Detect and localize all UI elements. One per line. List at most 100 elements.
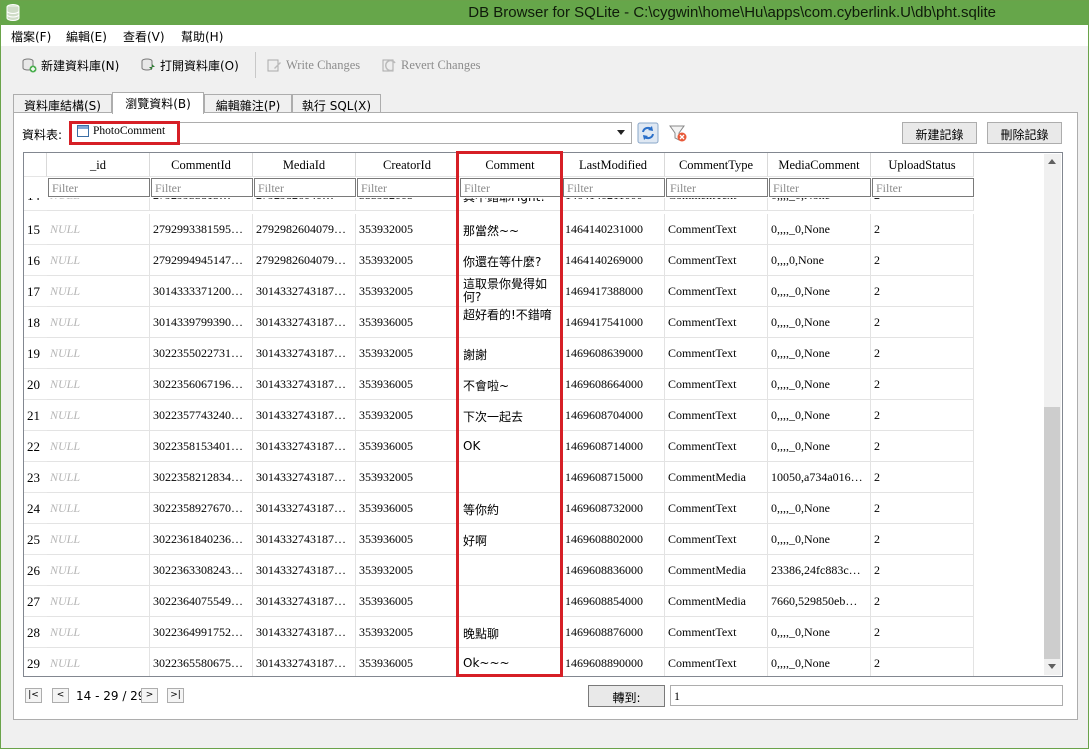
cell-last-modified[interactable]: 1469608664000 [562,369,665,400]
cell-comment-id[interactable]: 3022364991752… [150,617,253,648]
previous-page-button[interactable]: < [52,688,69,703]
cell-id[interactable]: NULL [47,555,150,586]
cell-comment[interactable]: Ok~~~ [459,648,562,676]
cell-id[interactable]: NULL [47,462,150,493]
cell-media-id[interactable]: 3014332743187… [253,462,356,493]
cell-upload-status[interactable]: 2 [871,276,974,307]
cell-comment-type[interactable]: CommentText [665,245,768,276]
cell-creator-id[interactable]: 353936005 [356,431,459,462]
cell-media-comment[interactable]: 0,,,,_0,None [768,493,871,524]
row-number[interactable]: 14 [24,198,47,211]
cell-comment-type[interactable]: CommentText [665,338,768,369]
tab-edit-pragmas[interactable]: 編輯雜注(P) [204,94,292,113]
cell-creator-id[interactable]: 353936005 [356,648,459,676]
partial-cell-comment-type[interactable]: CommentText [665,198,768,211]
row-number[interactable]: 26 [24,555,47,586]
row-number[interactable]: 16 [24,245,47,276]
cell-upload-status[interactable]: 2 [871,493,974,524]
cell-id[interactable]: NULL [47,369,150,400]
column-header-media-id[interactable]: MediaId [253,153,356,177]
last-page-button[interactable]: >| [167,688,184,703]
cell-upload-status[interactable]: 2 [871,400,974,431]
partial-cell-media-id[interactable]: 27929826040… [253,198,356,211]
cell-last-modified[interactable]: 1469608836000 [562,555,665,586]
cell-comment-id[interactable]: 3022356067196… [150,369,253,400]
data-grid[interactable]: _id Filter CommentId Filter MediaId Filter Cre… [23,152,1063,677]
filter-input-media-comment[interactable]: Filter [769,178,871,197]
row-number[interactable]: 25 [24,524,47,555]
cell-comment[interactable]: 謝謝 [459,338,562,369]
cell-comment-id[interactable]: 3022364075549… [150,586,253,617]
cell-media-comment[interactable]: 0,,,,_0,None [768,338,871,369]
scroll-down-icon[interactable] [1048,664,1056,669]
cell-id[interactable]: NULL [47,338,150,369]
cell-comment[interactable] [459,462,562,493]
cell-comment[interactable]: 你還在等什麼? [459,245,562,276]
cell-comment[interactable]: 那當然~~ [459,214,562,245]
cell-media-comment[interactable]: 10050,a734a016… [768,462,871,493]
cell-comment-id[interactable]: 2792994945147… [150,245,253,276]
cell-comment[interactable]: 等你約 [459,493,562,524]
filter-input-comment-id[interactable]: Filter [151,178,253,197]
clear-filters-icon[interactable] [667,122,689,144]
cell-last-modified[interactable]: 1469608704000 [562,400,665,431]
cell-media-id[interactable]: 3014332743187… [253,307,356,338]
cell-comment-type[interactable]: CommentText [665,617,768,648]
partial-cell-last-modified[interactable]: 1464140211000 [562,198,665,211]
partial-cell-creator-id[interactable]: 353932005 [356,198,459,211]
cell-last-modified[interactable]: 1469608854000 [562,586,665,617]
cell-media-comment[interactable]: 0,,,,_0,None [768,524,871,555]
row-number[interactable]: 17 [24,276,47,307]
cell-comment-id[interactable]: 3014333371200… [150,276,253,307]
cell-id[interactable]: NULL [47,586,150,617]
cell-media-id[interactable]: 3014332743187… [253,400,356,431]
row-number[interactable]: 21 [24,400,47,431]
cell-comment[interactable]: 超好看的!不錯唷 [459,307,562,338]
cell-last-modified[interactable]: 1469608802000 [562,524,665,555]
cell-comment[interactable] [459,555,562,586]
cell-upload-status[interactable]: 2 [871,462,974,493]
cell-media-id[interactable]: 2792982604079… [253,245,356,276]
cell-media-id[interactable]: 3014332743187… [253,338,356,369]
cell-creator-id[interactable]: 353932005 [356,338,459,369]
cell-last-modified[interactable]: 1469417388000 [562,276,665,307]
cell-comment-id[interactable]: 3022365580675… [150,648,253,676]
cell-creator-id[interactable]: 353932005 [356,400,459,431]
partial-cell-id[interactable]: NULL [47,198,150,211]
cell-creator-id[interactable]: 353932005 [356,555,459,586]
cell-upload-status[interactable]: 2 [871,648,974,676]
cell-creator-id[interactable]: 353936005 [356,524,459,555]
cell-upload-status[interactable]: 2 [871,431,974,462]
cell-creator-id[interactable]: 353932005 [356,462,459,493]
filter-input-media-id[interactable]: Filter [254,178,356,197]
tab-execute-sql[interactable]: 執行 SQL(X) [292,94,381,113]
cell-comment[interactable]: 晚點聊 [459,617,562,648]
cell-comment-id[interactable]: 3022355022731… [150,338,253,369]
cell-comment-type[interactable]: CommentText [665,493,768,524]
vertical-scrollbar[interactable] [1044,154,1061,675]
cell-media-id[interactable]: 3014332743187… [253,431,356,462]
delete-record-button[interactable]: 刪除記錄 [987,122,1062,144]
new-record-button[interactable]: 新建記錄 [902,122,977,144]
cell-creator-id[interactable]: 353936005 [356,369,459,400]
cell-id[interactable]: NULL [47,431,150,462]
cell-upload-status[interactable]: 2 [871,524,974,555]
column-header-comment[interactable]: Comment [459,153,562,177]
cell-last-modified[interactable]: 1469608714000 [562,431,665,462]
cell-media-id[interactable]: 2792982604079… [253,214,356,245]
cell-upload-status[interactable]: 2 [871,307,974,338]
cell-id[interactable]: NULL [47,400,150,431]
cell-creator-id[interactable]: 353932005 [356,245,459,276]
cell-media-comment[interactable]: 0,,,,_0,None [768,648,871,676]
cell-media-id[interactable]: 3014332743187… [253,617,356,648]
cell-comment[interactable]: 下次一起去 [459,400,562,431]
filter-input-upload-status[interactable]: Filter [872,178,974,197]
row-number[interactable]: 23 [24,462,47,493]
cell-media-comment[interactable]: 23386,24fc883c… [768,555,871,586]
cell-media-id[interactable]: 3014332743187… [253,276,356,307]
cell-comment-id[interactable]: 3022357743240… [150,400,253,431]
cell-id[interactable]: NULL [47,524,150,555]
row-number[interactable]: 20 [24,369,47,400]
cell-upload-status[interactable]: 2 [871,586,974,617]
cell-media-comment[interactable]: 0,,,,_0,None [768,617,871,648]
